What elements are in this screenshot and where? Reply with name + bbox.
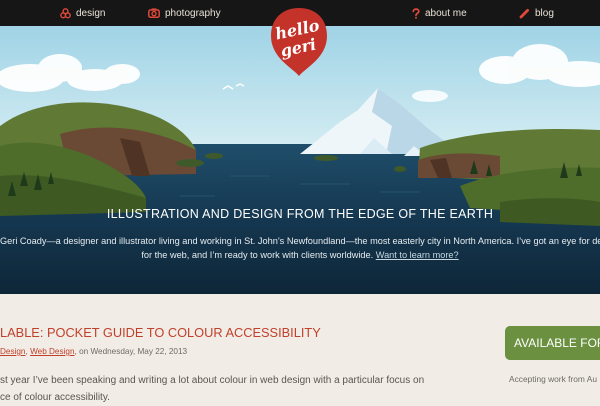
intro-line-2: for the web, and I’m ready to work with … (0, 248, 600, 262)
post-title-link[interactable]: LABLE: POCKET GUIDE TO COLOUR ACCESSIBIL… (0, 325, 321, 340)
question-icon (412, 7, 420, 19)
nav-blog-label: blog (535, 7, 554, 19)
nav-blog[interactable]: blog (519, 0, 554, 26)
accepting-work-text: Accepting work from Au (509, 374, 597, 384)
nav-about-me[interactable]: about me (412, 0, 467, 26)
hero-intro: Geri Coady—a designer and illustrator li… (0, 234, 600, 262)
cloud-small (412, 90, 448, 102)
nav-about-me-label: about me (425, 7, 467, 19)
post-date: , on Wednesday, May 22, 2013 (74, 347, 188, 356)
nav-photography-label: photography (165, 7, 221, 19)
design-icon (60, 7, 71, 18)
post-excerpt-line-1: st year I’ve been speaking and writing a… (0, 375, 425, 386)
nav-design-label: design (76, 7, 106, 19)
post-meta: Design, Web Design, on Wednesday, May 22… (0, 347, 188, 356)
intro-line-1: Geri Coady—a designer and illustrator li… (0, 236, 600, 246)
nav-design[interactable]: design (60, 0, 105, 26)
nav-photography[interactable]: photography (148, 0, 221, 26)
available-for-work-button[interactable]: AVAILABLE FOR F (505, 326, 600, 360)
hero-tagline: ILLUSTRATION AND DESIGN FROM THE EDGE OF… (106, 207, 494, 221)
camera-icon (148, 8, 160, 18)
intro-line-2-text: for the web, and I’m ready to work with … (141, 250, 374, 260)
learn-more-link[interactable]: Want to learn more? (376, 250, 459, 260)
post-excerpt-line-2: ce of colour accessibility. (0, 392, 110, 403)
category-link-web-design[interactable]: Web Design (30, 347, 74, 356)
post-excerpt: st year I’ve been speaking and writing a… (0, 372, 470, 406)
pencil-icon (519, 8, 529, 18)
category-link-design[interactable]: Design (0, 347, 26, 356)
hello-geri-logo[interactable]: hello geri (267, 6, 331, 78)
